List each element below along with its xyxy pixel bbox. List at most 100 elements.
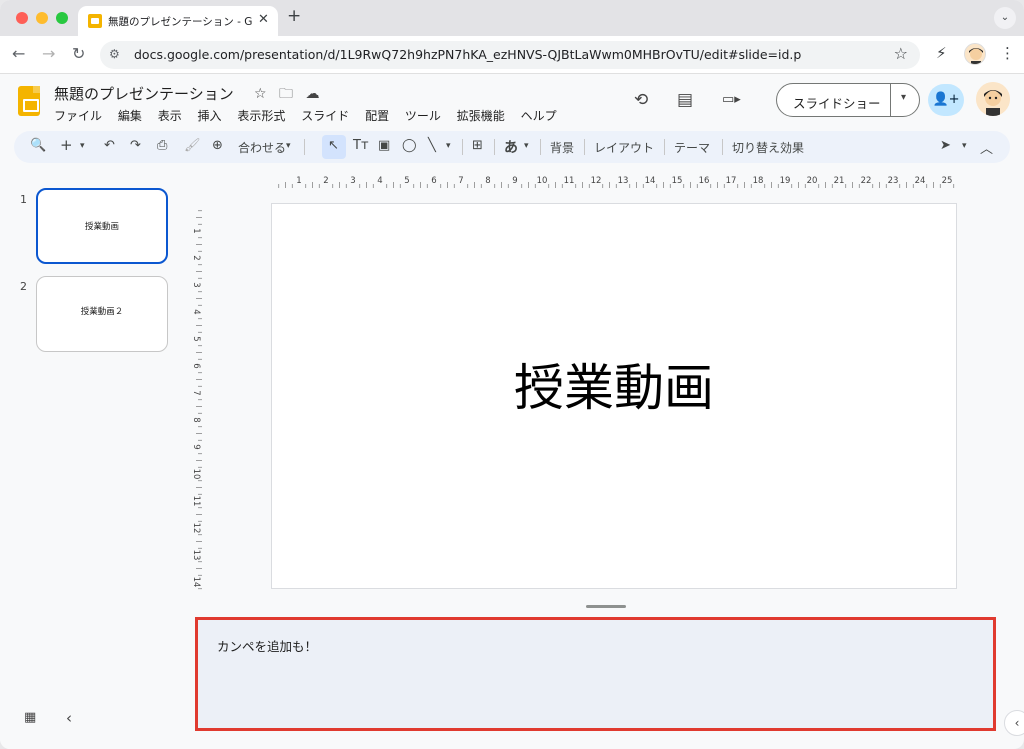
menu-edit[interactable]: 編集	[118, 109, 142, 123]
line-icon[interactable]: ╲	[428, 138, 436, 153]
ruler-label: 20	[807, 176, 818, 186]
ruler-label: 6	[191, 363, 201, 368]
collapse-filmstrip-icon[interactable]: ‹	[66, 709, 72, 727]
background-button[interactable]: 背景	[550, 139, 574, 156]
menu-slide[interactable]: スライド	[301, 109, 349, 123]
version-history-icon[interactable]: ⟲	[634, 90, 648, 110]
maximize-window-button[interactable]	[56, 12, 68, 24]
ruler-label: 9	[512, 176, 517, 186]
toolbar-divider	[664, 139, 665, 155]
slideshow-button[interactable]: スライドショー ▾	[776, 83, 920, 117]
account-avatar[interactable]	[976, 82, 1010, 116]
zoom-dropdown-icon[interactable]: ▾	[286, 141, 291, 151]
browser-tab[interactable]: 無題のプレゼンテーション - Goo ✕	[78, 6, 278, 36]
insert-image-icon[interactable]: ▣	[378, 138, 390, 153]
ruler-label: 8	[191, 417, 201, 422]
slide-title-text[interactable]: 授業動画	[272, 348, 956, 420]
minimize-window-button[interactable]	[36, 12, 48, 24]
new-slide-dropdown-icon[interactable]: ▾	[80, 141, 85, 151]
address-bar[interactable]: ⚙ docs.google.com/presentation/d/1L9RwQ7…	[100, 41, 920, 69]
pointer-icon[interactable]: ➤	[940, 138, 951, 153]
zoom-select[interactable]: 合わせる	[238, 139, 286, 156]
menu-arrange[interactable]: 配置	[365, 109, 389, 123]
toolbar-divider	[304, 139, 305, 155]
slide-thumbnail[interactable]: 授業動画２	[36, 276, 168, 352]
side-panel-toggle-icon[interactable]: ‹	[1004, 710, 1024, 736]
ruler-label: 24	[915, 176, 926, 186]
layout-button[interactable]: レイアウト	[594, 139, 654, 156]
site-info-icon[interactable]: ⚙	[109, 47, 120, 61]
speaker-notes-text[interactable]: カンペを追加も！	[217, 636, 317, 655]
tab-close-icon[interactable]: ✕	[258, 12, 269, 27]
speaker-notes[interactable]: カンペを追加も！	[195, 617, 996, 731]
star-icon[interactable]: ☆	[254, 86, 267, 102]
input-tools-dropdown-icon[interactable]: ▾	[524, 141, 529, 151]
slides-logo-icon[interactable]	[18, 86, 40, 116]
input-tools-icon[interactable]: あ	[504, 137, 518, 157]
select-tool-icon[interactable]: ↖	[328, 138, 339, 153]
url-text[interactable]: docs.google.com/presentation/d/1L9RwQ72h…	[134, 47, 801, 62]
back-button[interactable]: ←	[12, 44, 25, 63]
ruler-label: 5	[191, 336, 201, 341]
pointer-dropdown-icon[interactable]: ▾	[962, 141, 967, 151]
extension-icon[interactable]: ⚡	[936, 44, 947, 62]
horizontal-ruler[interactable]: 1 2 3 4 5 6 7 8 9 10 11 12 13 14 15 16 17 18 19 20 21 22 23 24 2…	[270, 172, 960, 188]
forward-button[interactable]: →	[42, 44, 55, 63]
slide-number: 2	[20, 280, 27, 293]
document-title[interactable]: 無題のプレゼンテーション	[54, 83, 234, 104]
zoom-icon[interactable]: ⊕	[212, 138, 223, 153]
shapes-icon[interactable]: ◯	[402, 138, 417, 153]
menu-extensions[interactable]: 拡張機能	[457, 109, 505, 123]
toolbar-divider	[540, 139, 541, 155]
ruler-label: 1	[296, 176, 301, 186]
ruler-label: 4	[191, 309, 201, 314]
notes-resize-handle[interactable]	[586, 605, 626, 608]
collapse-toolbar-icon[interactable]: ︿	[980, 138, 993, 157]
ruler-label: 22	[861, 176, 872, 186]
thumbnail-title: 授業動画	[84, 222, 119, 232]
line-dropdown-icon[interactable]: ▾	[446, 141, 451, 151]
navigation-bar: ← → ↻ ⚙ docs.google.com/presentation/d/1…	[0, 36, 1024, 74]
print-icon[interactable]: ⎙	[157, 138, 167, 153]
toolbar-divider	[494, 139, 495, 155]
move-folder-icon[interactable]: 🗀	[279, 86, 293, 102]
slide-canvas[interactable]: 授業動画	[271, 203, 957, 589]
menu-help[interactable]: ヘルプ	[521, 109, 557, 123]
menu-insert[interactable]: 挿入	[198, 109, 222, 123]
theme-button[interactable]: テーマ	[674, 139, 710, 156]
meet-icon[interactable]: ▭▸	[722, 92, 741, 107]
undo-icon[interactable]: ↶	[104, 138, 115, 153]
menu-format[interactable]: 表示形式	[237, 109, 285, 123]
paint-format-icon[interactable]: 🖌	[184, 138, 201, 153]
browser-profile-avatar[interactable]	[964, 43, 986, 65]
bookmark-star-icon[interactable]: ☆	[894, 44, 908, 63]
reload-button[interactable]: ↻	[72, 44, 85, 63]
redo-icon[interactable]: ↷	[130, 138, 141, 153]
slide-thumbnail[interactable]: 授業動画	[36, 188, 168, 264]
tab-bar: 無題のプレゼンテーション - Goo ✕ + ⌄	[0, 0, 1024, 36]
new-tab-button[interactable]: +	[287, 6, 301, 26]
menu-bar: ファイル 編集 表示 挿入 表示形式 スライド 配置 ツール 拡張機能 ヘルプ	[54, 107, 569, 124]
tab-search-button[interactable]: ⌄	[994, 7, 1016, 29]
menu-file[interactable]: ファイル	[54, 109, 102, 123]
textbox-icon[interactable]: Tт	[353, 138, 369, 153]
ruler-label: 4	[377, 176, 382, 186]
share-button[interactable]: 👤+	[928, 84, 964, 116]
ruler-label: 16	[699, 176, 710, 186]
ruler-label: 5	[404, 176, 409, 186]
add-comment-icon[interactable]: ⊞	[472, 138, 483, 153]
ruler-label: 11	[564, 176, 575, 186]
cloud-saved-icon[interactable]: ☁	[305, 86, 319, 102]
menu-view[interactable]: 表示	[158, 109, 182, 123]
grid-view-icon[interactable]: ▦	[24, 710, 36, 725]
search-menus-icon[interactable]: 🔍	[30, 138, 46, 153]
new-slide-button[interactable]: +	[60, 136, 73, 154]
slideshow-dropdown-icon[interactable]: ▾	[901, 92, 906, 103]
transition-button[interactable]: 切り替え効果	[732, 139, 804, 156]
vertical-ruler[interactable]: 1234567891011121314	[186, 200, 202, 592]
close-window-button[interactable]	[16, 12, 28, 24]
ruler-label: 12	[591, 176, 602, 186]
browser-menu-icon[interactable]: ⋮	[1000, 44, 1015, 62]
menu-tools[interactable]: ツール	[405, 109, 441, 123]
comments-icon[interactable]: ▤	[677, 90, 693, 110]
